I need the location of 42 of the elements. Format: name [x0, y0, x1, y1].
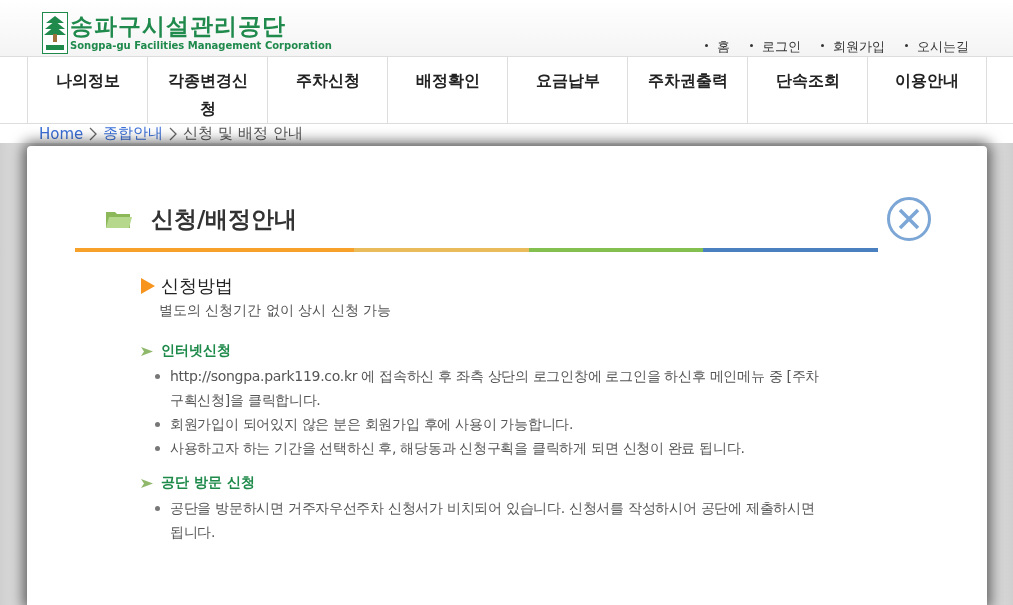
nav-item[interactable]: 이용안내 [867, 57, 987, 123]
nav-item[interactable]: 나의정보 [27, 57, 147, 123]
subsection-title: 공단 방문 신청 [161, 474, 255, 492]
chevron-icon [169, 126, 178, 141]
nav-item[interactable]: 각종변경신청 [147, 57, 267, 123]
bullet-dot [155, 506, 160, 511]
triangle-icon [141, 278, 155, 294]
bullet-dot [155, 422, 160, 427]
breadcrumb-link[interactable]: Home [39, 124, 84, 143]
top-link[interactable]: 회원가입 [833, 39, 885, 54]
bullet-text: 회원가입이 되어있지 않은 분은 회원가입 후에 사용이 가능합니다. [170, 415, 574, 434]
section-title: 신청방법 [161, 274, 233, 298]
modal-title: 신청/배정안내 [151, 204, 298, 234]
section-description: 별도의 신청기간 없이 상시 신청 가능 [159, 302, 393, 320]
folder-icon [105, 209, 133, 229]
bullet-dot [750, 43, 753, 47]
arrow-icon [141, 346, 153, 356]
logo-name: 송파구시설관리공단 [70, 12, 287, 40]
nav-item[interactable]: 단속조회 [747, 57, 867, 123]
bullet-text: http://songpa.park119.co.kr 에 접속하신 후 좌측 상단의 로그인창에 로그인을 하신후 메인메뉴 중 [주차구획신청]을 클릭합니다. [170, 367, 820, 410]
logo-subtitle: Songpa-gu Facilities Management Corporation [70, 40, 332, 52]
close-icon[interactable] [886, 196, 932, 242]
tree-logo-icon [42, 12, 68, 54]
subsection-title: 인터넷신청 [161, 342, 231, 360]
top-link[interactable]: 홈 [717, 39, 730, 54]
arrow-icon [141, 478, 153, 488]
breadcrumb-current: 신청 및 배정 안내 [183, 124, 303, 143]
bullet-dot [821, 43, 824, 47]
bullet-dot [155, 374, 160, 379]
breadcrumb-link[interactable]: 종합안내 [103, 124, 164, 143]
top-link[interactable]: 로그인 [762, 39, 801, 54]
top-link[interactable]: 오시는길 [917, 39, 969, 54]
bullet-dot [155, 446, 160, 451]
nav-item[interactable]: 주차신청 [267, 57, 387, 123]
bullet-text: 사용하고자 하는 기간을 선택하신 후, 해당동과 신청구획을 클릭하게 되면 신청이 완료 됩니다. [170, 439, 745, 458]
nav-item[interactable]: 요금납부 [507, 57, 627, 123]
bullet-dot [905, 43, 908, 47]
nav-item[interactable]: 주차권출력 [627, 57, 747, 123]
nav-item[interactable]: 배정확인 [387, 57, 507, 123]
bullet-dot [705, 43, 708, 47]
chevron-icon [89, 126, 98, 141]
bullet-text: 공단을 방문하시면 거주자우선주차 신청서가 비치되어 있습니다. 신청서를 작성하시어 공단에 제출하시면 됩니다. [170, 499, 816, 542]
